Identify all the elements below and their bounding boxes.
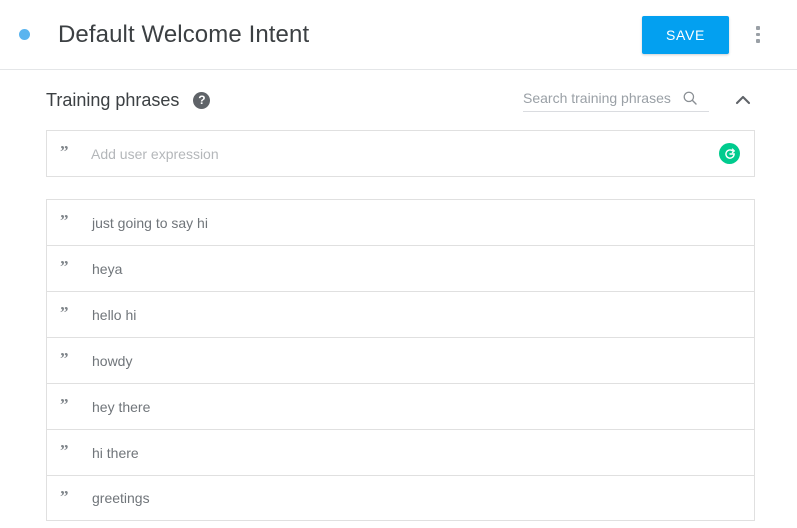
table-row[interactable]: ” hello hi	[46, 291, 755, 337]
section-title: Training phrases	[46, 89, 180, 110]
refresh-annotation-icon[interactable]	[719, 143, 740, 164]
quote-icon: ”	[60, 211, 69, 230]
add-user-expression-row[interactable]: ”	[46, 130, 755, 177]
table-row[interactable]: ” just going to say hi	[46, 199, 755, 245]
training-phrases-list: ” just going to say hi ” heya ” hello hi…	[46, 199, 755, 521]
quote-icon: ”	[60, 486, 69, 506]
more-options-icon[interactable]	[745, 15, 771, 55]
add-user-expression-input[interactable]	[91, 145, 719, 162]
table-row[interactable]: ” hey there	[46, 383, 755, 429]
table-row[interactable]: ” greetings	[46, 475, 755, 521]
more-dot	[756, 39, 760, 43]
refresh-glyph	[724, 147, 735, 159]
quote-icon: ”	[60, 395, 69, 414]
table-row[interactable]: ” hi there	[46, 429, 755, 475]
search-training-phrases[interactable]	[523, 89, 709, 112]
quote-icon: ”	[60, 441, 69, 460]
help-icon[interactable]: ?	[193, 91, 211, 109]
training-phrases-body: ” ” just going to say hi ” heya ”	[0, 130, 797, 521]
quote-icon: ”	[60, 349, 69, 368]
training-phrase-text: heya	[92, 260, 123, 277]
training-phrase-text: hi there	[92, 444, 139, 461]
search-icon[interactable]	[681, 89, 699, 107]
intent-status-dot	[19, 29, 30, 40]
quote-icon: ”	[60, 142, 69, 161]
intent-editor-page: Default Welcome Intent SAVE Training phr…	[0, 0, 797, 528]
table-row[interactable]: ” howdy	[46, 337, 755, 383]
training-phrase-text: howdy	[92, 352, 133, 369]
training-phrase-text: greetings	[92, 490, 150, 506]
more-dot	[756, 32, 760, 37]
training-phrase-text: hey there	[92, 398, 151, 415]
chevron-up-icon[interactable]	[731, 88, 755, 112]
quote-icon: ”	[60, 303, 69, 322]
page-title: Default Welcome Intent	[58, 20, 310, 48]
page-header: Default Welcome Intent SAVE	[0, 0, 797, 70]
more-dot	[756, 26, 760, 30]
table-row[interactable]: ” heya	[46, 245, 755, 291]
save-button[interactable]: SAVE	[642, 15, 729, 54]
training-phrase-text: just going to say hi	[92, 214, 208, 231]
training-phrases-section-header: Training phrases ?	[0, 70, 797, 130]
quote-icon: ”	[60, 257, 69, 276]
search-input[interactable]	[523, 89, 681, 106]
training-phrase-text: hello hi	[92, 306, 137, 323]
